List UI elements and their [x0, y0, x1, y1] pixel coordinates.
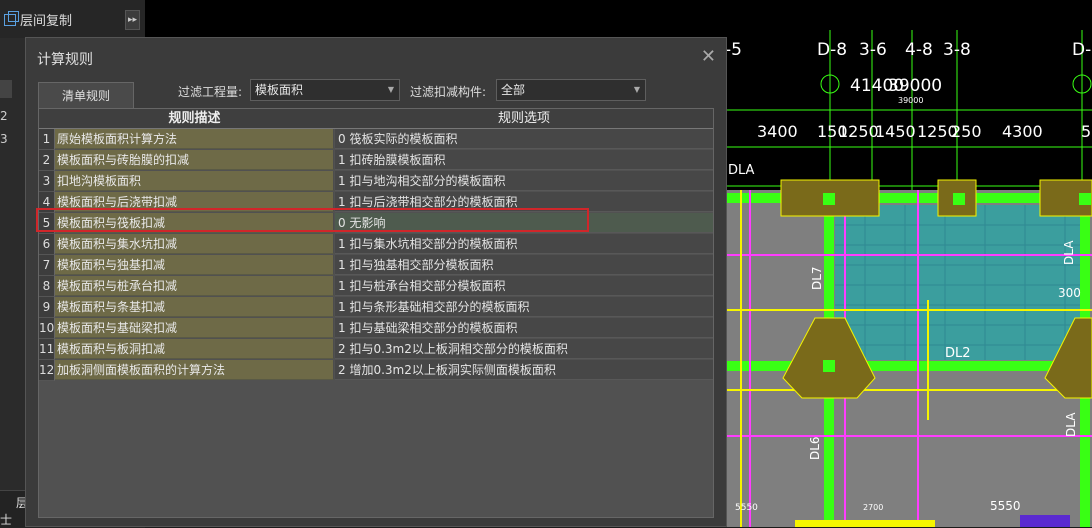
header-rule-description: 规则描述 — [168, 111, 221, 126]
cad-label: DL2 — [945, 346, 971, 361]
copy-icon — [4, 10, 19, 26]
cad-label: 3-8 — [943, 40, 971, 60]
row-number: 10 — [39, 318, 55, 339]
row-number: 6 — [39, 234, 55, 255]
rule-description[interactable]: 模板面积与板洞扣减 — [55, 339, 334, 359]
cad-label: 5550 — [735, 503, 758, 513]
rule-option[interactable]: 1 扣与独基相交部分模板面积 — [335, 255, 713, 275]
filter-member-label: 过滤扣减构件: — [410, 85, 487, 99]
cad-label: 3-6 — [859, 40, 887, 60]
rule-option[interactable]: 1 扣与条形基础相交部分的模板面积 — [335, 297, 713, 317]
left-bottom-label: 士 — [0, 513, 13, 527]
filter-project-label: 过滤工程量: — [178, 85, 243, 99]
row-number: 8 — [39, 276, 55, 297]
table-row[interactable]: 9 模板面积与条基扣减 1 扣与条形基础相交部分的模板面积 — [39, 297, 713, 318]
rule-description[interactable]: 扣地沟模板面积 — [55, 171, 334, 191]
calculation-rules-dialog: 计算规则 ✕ 清单规则 过滤工程量: 模板面积 ▼ 过滤扣减构件: 全部 ▼ 规… — [25, 37, 727, 527]
selected-row-highlight — [36, 208, 589, 232]
rule-option[interactable]: 0 筏板实际的模板面积 — [335, 129, 713, 149]
filter-member-select[interactable]: 全部 ▼ — [496, 79, 646, 101]
table-row[interactable]: 8 模板面积与桩承台扣减 1 扣与桩承台相交部分模板面积 — [39, 276, 713, 297]
table-row[interactable]: 6 模板面积与集水坑扣减 1 扣与集水坑相交部分的模板面积 — [39, 234, 713, 255]
close-icon[interactable]: ✕ — [701, 46, 716, 67]
table-row[interactable]: 2 模板面积与砖胎膜的扣减 1 扣砖胎膜模板面积 — [39, 150, 713, 171]
header-rule-option: 规则选项 — [497, 111, 550, 126]
row-number: 11 — [39, 339, 55, 360]
cad-label: 250 — [951, 122, 982, 141]
left-list-number: 3 — [0, 132, 8, 146]
rule-option[interactable]: 1 扣砖胎膜模板面积 — [335, 150, 713, 170]
cad-label: 4300 — [1002, 122, 1043, 141]
rule-option[interactable]: 1 扣与桩承台相交部分模板面积 — [335, 276, 713, 296]
rule-option[interactable]: 2 扣与0.3m2以上板洞相交部分的模板面积 — [335, 339, 713, 359]
row-number: 3 — [39, 171, 55, 192]
rules-table: 规则描述 规则选项 1 原始模板面积计算方法 0 筏板实际的模板面积 2 模板面… — [38, 108, 714, 518]
table-row[interactable]: 7 模板面积与独基扣减 1 扣与独基相交部分模板面积 — [39, 255, 713, 276]
rule-option[interactable]: 1 扣与基础梁相交部分的模板面积 — [335, 318, 713, 338]
table-row[interactable]: 11 模板面积与板洞扣减 2 扣与0.3m2以上板洞相交部分的模板面积 — [39, 339, 713, 360]
row-number: 2 — [39, 150, 55, 171]
rule-description[interactable]: 模板面积与独基扣减 — [55, 255, 334, 275]
row-number: 1 — [39, 129, 55, 150]
rule-option[interactable]: 1 扣与集水坑相交部分的模板面积 — [335, 234, 713, 254]
table-row[interactable]: 10 模板面积与基础梁扣减 1 扣与基础梁相交部分的模板面积 — [39, 318, 713, 339]
cad-label: 3400 — [757, 122, 798, 141]
chevron-down-icon: ▼ — [633, 85, 640, 94]
floor-copy-button[interactable]: 层间复制 — [4, 10, 72, 29]
cad-label: D-8 — [817, 40, 847, 60]
rule-description[interactable]: 原始模板面积计算方法 — [55, 129, 334, 149]
collapse-panel-button[interactable]: ▸▸ — [125, 10, 140, 30]
cad-label: DLA — [1062, 240, 1076, 265]
cad-label: -5 — [725, 40, 742, 60]
rule-description[interactable]: 模板面积与集水坑扣减 — [55, 234, 334, 254]
dialog-title: 计算规则 — [37, 52, 93, 68]
cad-label: DLA — [728, 163, 755, 178]
rule-description[interactable]: 加板洞侧面模板面积的计算方法 — [55, 360, 334, 380]
filter-member-value: 全部 — [501, 83, 526, 97]
table-row[interactable]: 1 原始模板面积计算方法 0 筏板实际的模板面积 — [39, 129, 713, 150]
left-list-marker — [0, 80, 12, 98]
rule-option[interactable]: 1 扣与地沟相交部分的模板面积 — [335, 171, 713, 191]
tab-list-rules[interactable]: 清单规则 — [38, 82, 134, 108]
floor-copy-label: 层间复制 — [20, 14, 73, 29]
cad-label: DL6 — [808, 436, 822, 460]
cad-label: 300 — [1058, 286, 1081, 300]
filter-project-value: 模板面积 — [255, 83, 304, 97]
chevron-down-icon: ▼ — [387, 85, 394, 94]
cad-label: 39000 — [888, 76, 942, 96]
table-header: 规则描述 规则选项 — [39, 109, 713, 129]
rule-option[interactable]: 2 增加0.3m2以上板洞实际侧面模板面积 — [335, 360, 713, 380]
rule-description[interactable]: 模板面积与桩承台扣减 — [55, 276, 334, 296]
cad-label: 1250 — [838, 122, 879, 141]
cad-label: 2700 — [863, 503, 883, 512]
table-row[interactable]: 3 扣地沟模板面积 1 扣与地沟相交部分的模板面积 — [39, 171, 713, 192]
cad-label: DL7 — [810, 266, 824, 290]
rule-description[interactable]: 模板面积与基础梁扣减 — [55, 318, 334, 338]
row-number: 12 — [39, 360, 55, 381]
rule-description[interactable]: 模板面积与砖胎膜的扣减 — [55, 150, 334, 170]
cad-label: 5550 — [990, 499, 1021, 513]
cad-label: D- — [1072, 40, 1091, 60]
left-list-number: 2 — [0, 109, 8, 123]
filter-project-select[interactable]: 模板面积 ▼ — [250, 79, 400, 101]
row-number: 7 — [39, 255, 55, 276]
cad-label: 39000 — [898, 96, 923, 105]
cad-label: 5 — [1081, 122, 1091, 141]
cad-label: 4-8 — [905, 40, 933, 60]
row-number: 9 — [39, 297, 55, 318]
cad-label: 1450 — [875, 122, 916, 141]
cad-label: DLA — [1064, 412, 1078, 437]
rule-description[interactable]: 模板面积与条基扣减 — [55, 297, 334, 317]
table-row[interactable]: 12 加板洞侧面模板面积的计算方法 2 增加0.3m2以上板洞实际侧面模板面积 — [39, 360, 713, 381]
